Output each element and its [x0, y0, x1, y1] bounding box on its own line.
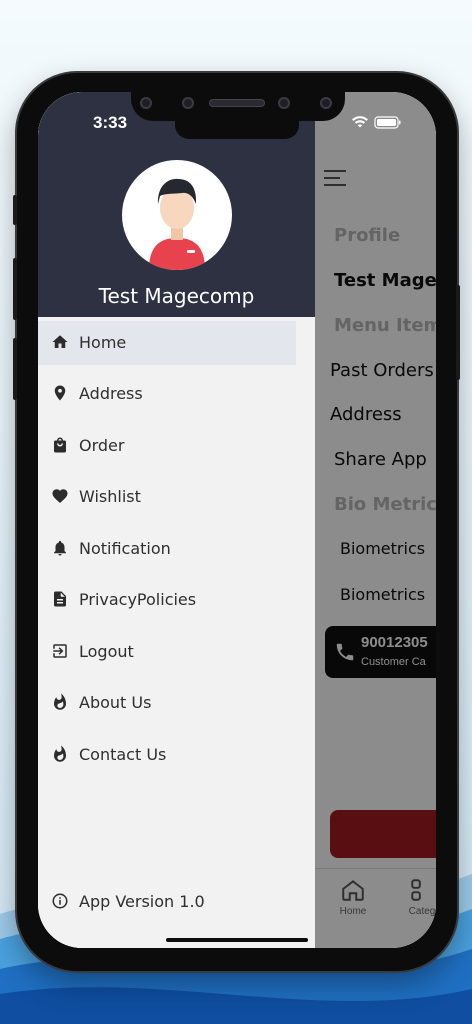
- camera-lens-icon: [140, 97, 152, 109]
- app-version-label: App Version 1.0: [79, 892, 205, 911]
- volume-up-button: [13, 258, 17, 320]
- earpiece-speaker: [209, 99, 265, 107]
- location-pin-icon: [54, 385, 66, 401]
- logout-icon: [53, 644, 67, 658]
- drawer-item-address[interactable]: Address: [38, 372, 315, 416]
- status-time: 3:33: [93, 113, 128, 132]
- avatar: [122, 160, 232, 270]
- front-camera-icon: [320, 97, 332, 109]
- drawer-item-label: PrivacyPolicies: [79, 590, 197, 609]
- drawer-item-label: Home: [79, 333, 127, 352]
- drawer-item-logout[interactable]: Logout: [38, 630, 315, 674]
- home-icon: [52, 335, 68, 348]
- drawer-item-order[interactable]: Order: [38, 424, 315, 468]
- info-icon: [52, 893, 68, 909]
- shopping-bag-icon: [54, 437, 66, 453]
- drawer-item-label: Order: [79, 436, 125, 455]
- notch-bottom: [175, 121, 299, 139]
- drawer-item-label: About Us: [79, 693, 152, 712]
- status-icons: [352, 116, 401, 129]
- user-avatar-icon: [149, 178, 205, 270]
- drawer-item-privacy-policies[interactable]: PrivacyPolicies: [38, 578, 315, 622]
- wifi-icon: [352, 116, 368, 128]
- user-name: Test Magecomp: [98, 284, 255, 308]
- drawer-item-notification[interactable]: Notification: [38, 527, 315, 571]
- flame-icon: [54, 745, 66, 762]
- bell-icon: [54, 540, 66, 556]
- drawer-app-version: App Version 1.0: [38, 880, 315, 924]
- flame-icon: [54, 693, 66, 710]
- navigation-drawer: 3:33 Test Magecomp Home Address Order Wi…: [38, 92, 315, 948]
- volume-down-button: [13, 338, 17, 400]
- drawer-item-home[interactable]: Home: [38, 321, 296, 365]
- drawer-item-label: Wishlist: [79, 487, 141, 506]
- drawer-item-wishlist[interactable]: Wishlist: [38, 475, 315, 519]
- heart-icon: [52, 489, 68, 503]
- drawer-item-about-us[interactable]: About Us: [38, 681, 315, 725]
- drawer-scrim[interactable]: [314, 92, 436, 948]
- drawer-item-label: Logout: [79, 642, 134, 661]
- document-icon: [54, 591, 66, 607]
- sensor-dot-icon: [278, 97, 290, 109]
- drawer-item-contact-us[interactable]: Contact Us: [38, 733, 315, 777]
- sensor-dot-icon: [182, 97, 194, 109]
- drawer-item-label: Contact Us: [79, 745, 167, 764]
- drawer-item-label: Address: [79, 384, 143, 403]
- home-indicator[interactable]: [166, 938, 308, 942]
- drawer-item-label: Notification: [79, 539, 171, 558]
- phone-screen: Profile Test Magec Menu Item Past Orders…: [38, 92, 436, 948]
- silent-switch: [13, 195, 17, 225]
- power-button: [456, 285, 460, 380]
